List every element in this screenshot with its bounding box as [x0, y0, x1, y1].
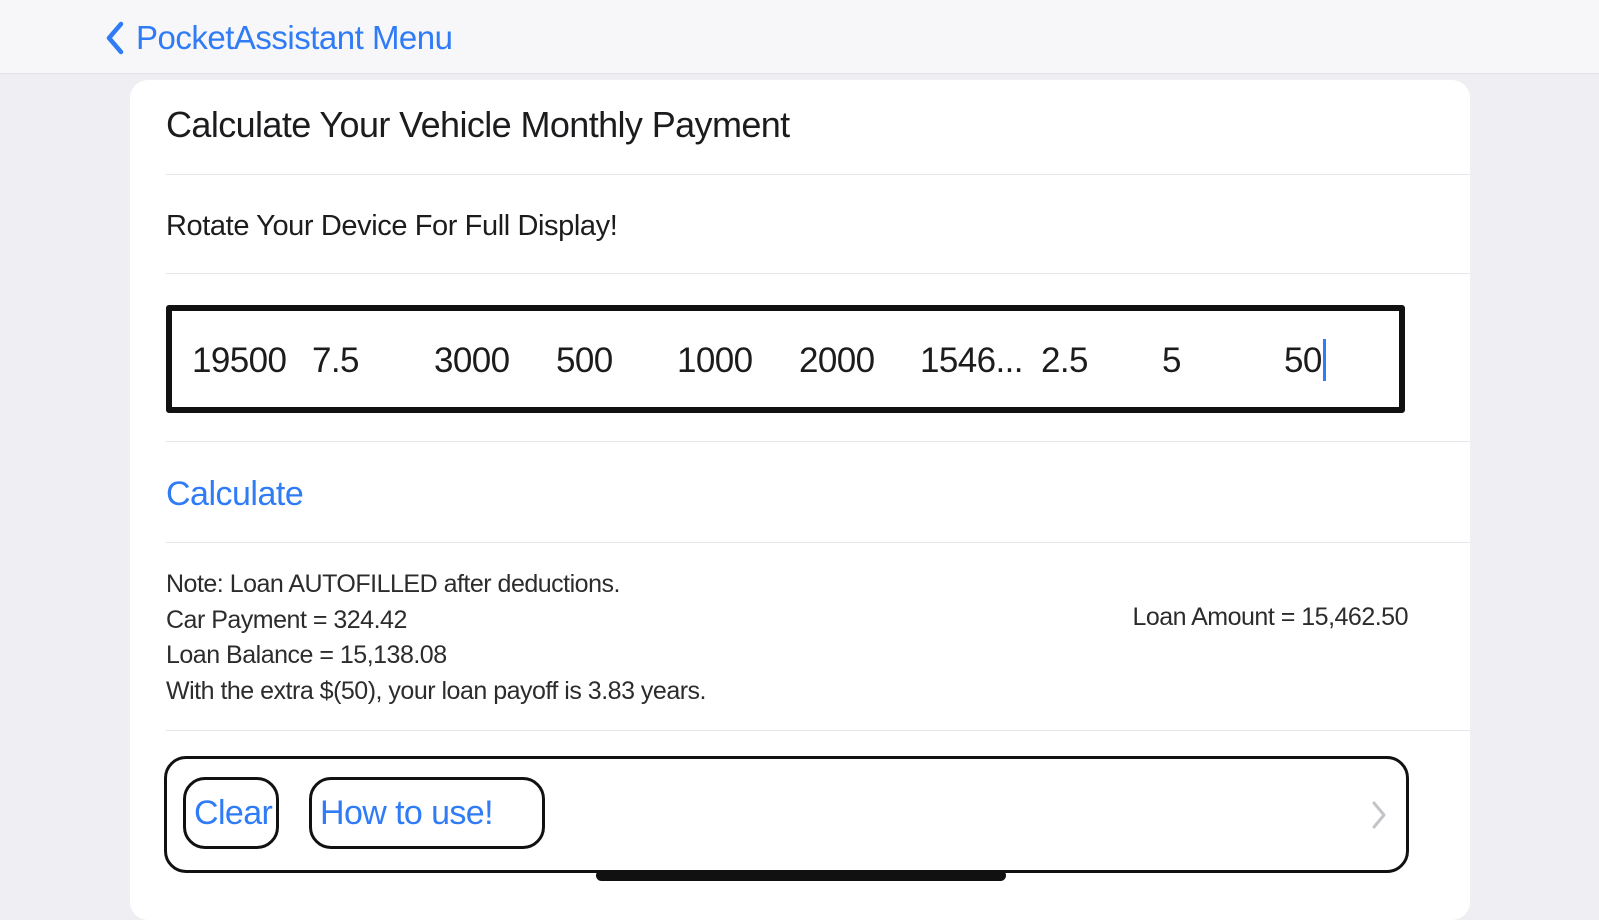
term-years-elapsed-field[interactable]: 2.5 — [1041, 339, 1088, 383]
interest-rate-field[interactable]: 7.5 — [312, 339, 359, 383]
divider — [166, 542, 1470, 543]
payoff-result: With the extra $(50), your loan payoff i… — [166, 676, 707, 705]
rebate-field[interactable]: 500 — [556, 339, 613, 383]
how-to-use-button[interactable]: How to use! — [309, 777, 545, 849]
extra-payment-value: 50 — [1284, 341, 1322, 380]
text-caret — [1322, 338, 1326, 381]
results-block: Note: Loan AUTOFILLED after deductions. … — [166, 567, 1470, 709]
chevron-left-icon — [106, 21, 124, 55]
clear-button[interactable]: Clear — [183, 777, 279, 849]
divider — [166, 441, 1470, 442]
home-indicator[interactable] — [596, 870, 1006, 881]
loan-term-field[interactable]: 5 — [1162, 339, 1181, 383]
rotate-hint: Rotate Your Device For Full Display! — [166, 210, 618, 242]
calculate-button[interactable]: Calculate — [166, 475, 1470, 514]
extra-payment-field[interactable]: 50 — [1284, 338, 1326, 383]
bottom-toolbar: Clear How to use! — [164, 756, 1409, 873]
divider — [166, 730, 1470, 731]
divider — [166, 273, 1470, 274]
autofill-note: Note: Loan AUTOFILLED after deductions. — [166, 570, 620, 598]
fees-field[interactable]: 2000 — [799, 339, 875, 383]
calculator-card: Calculate Your Vehicle Monthly Payment R… — [130, 80, 1470, 920]
back-button-label: PocketAssistant Menu — [136, 19, 453, 56]
down-payment-field[interactable]: 3000 — [434, 339, 510, 383]
navigation-bar: PocketAssistant Menu — [0, 0, 1599, 74]
trade-in-field[interactable]: 1000 — [677, 339, 753, 383]
loan-amount-result: Loan Amount = 15,462.50 — [1132, 603, 1408, 631]
vehicle-price-field[interactable]: 19500 — [192, 339, 287, 383]
page-title: Calculate Your Vehicle Monthly Payment — [166, 104, 790, 145]
back-button[interactable]: PocketAssistant Menu — [104, 16, 453, 60]
loan-amount-field[interactable]: 1546... — [920, 339, 1023, 383]
loan-inputs-row: 19500 7.5 3000 500 1000 2000 1546... 2.5… — [166, 305, 1405, 413]
divider — [166, 174, 1470, 175]
loan-balance-result: Loan Balance = 15,138.08 — [166, 641, 447, 669]
chevron-right-icon[interactable] — [1370, 799, 1388, 831]
